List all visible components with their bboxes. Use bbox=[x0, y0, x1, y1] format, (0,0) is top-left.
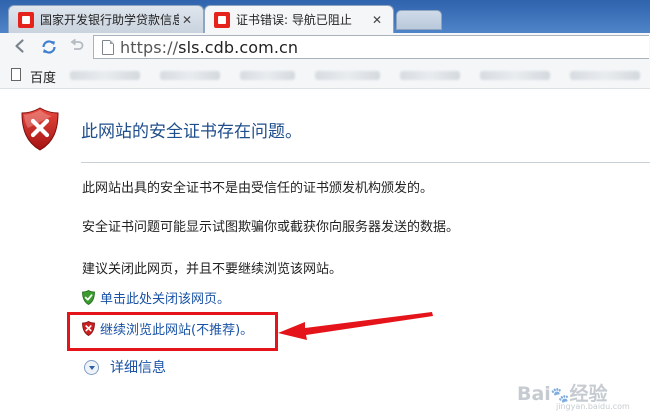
certificate-error-page: 此网站的安全证书存在问题。 此网站出具的安全证书不是由受信任的证书颁发机构颁发的… bbox=[0, 89, 650, 414]
close-page-link[interactable]: 单击此处关闭该网页。 bbox=[82, 288, 230, 307]
close-page-link-label[interactable]: 单击此处关闭该网页。 bbox=[100, 288, 230, 307]
bookmarks-bar: 百度 bbox=[0, 62, 650, 89]
page-title: 此网站的安全证书存在问题。 bbox=[81, 122, 302, 142]
divider bbox=[81, 162, 650, 163]
blurred-bookmark[interactable] bbox=[570, 71, 640, 80]
close-tab-icon[interactable]: ✕ bbox=[369, 13, 385, 27]
tab-strip: 国家开发银行助学贷款信息 ✕ 证书错误: 导航已阻止 ✕ bbox=[0, 0, 650, 33]
bookmark-page-icon bbox=[11, 68, 21, 81]
refresh-icon[interactable] bbox=[39, 38, 59, 58]
bookmark-baidu[interactable]: 百度 bbox=[30, 67, 56, 86]
green-shield-check-icon bbox=[82, 290, 95, 305]
new-tab-button[interactable] bbox=[396, 10, 442, 30]
blurred-bookmark[interactable] bbox=[160, 71, 220, 80]
undo-icon[interactable] bbox=[67, 38, 87, 58]
url-text[interactable]: https://sls.cdb.com.cn bbox=[120, 38, 298, 57]
blurred-bookmark[interactable] bbox=[70, 71, 140, 80]
error-shield-icon bbox=[21, 107, 59, 151]
watermark-url: jingyan.baidu.com bbox=[556, 402, 630, 411]
address-bar[interactable]: https://sls.cdb.com.cn bbox=[93, 35, 649, 59]
site-favicon-icon bbox=[214, 11, 230, 28]
error-warning: 安全证书问题可能显示试图欺骗你或截获你向服务器发送的数据。 bbox=[82, 220, 460, 235]
tab-title: 证书错误: 导航已阻止 bbox=[236, 13, 352, 27]
annotation-highlight-box bbox=[67, 312, 278, 351]
navigation-toolbar: https://sls.cdb.com.cn bbox=[0, 33, 650, 63]
close-tab-icon[interactable]: ✕ bbox=[179, 13, 195, 27]
error-description: 此网站出具的安全证书不是由受信任的证书颁发机构颁发的。 bbox=[82, 181, 434, 196]
tab-cert-error[interactable]: 证书错误: 导航已阻止 ✕ bbox=[204, 5, 394, 33]
page-icon bbox=[102, 39, 114, 55]
site-favicon-icon bbox=[18, 11, 34, 28]
blurred-bookmark[interactable] bbox=[400, 71, 460, 80]
details-label[interactable]: 详细信息 bbox=[110, 357, 166, 377]
tab-loan-info[interactable]: 国家开发银行助学贷款信息 ✕ bbox=[8, 5, 204, 33]
back-arrow-icon[interactable] bbox=[10, 38, 30, 58]
blurred-bookmark[interactable] bbox=[240, 71, 295, 80]
tab-title: 国家开发银行助学贷款信息 bbox=[40, 13, 179, 27]
chevron-down-icon bbox=[84, 359, 99, 375]
blurred-bookmark[interactable] bbox=[480, 71, 550, 80]
blurred-bookmark[interactable] bbox=[315, 71, 380, 80]
more-information-toggle[interactable]: 详细信息 bbox=[84, 357, 166, 377]
error-recommendation: 建议关闭此网页，并且不要继续浏览该网站。 bbox=[82, 262, 343, 277]
